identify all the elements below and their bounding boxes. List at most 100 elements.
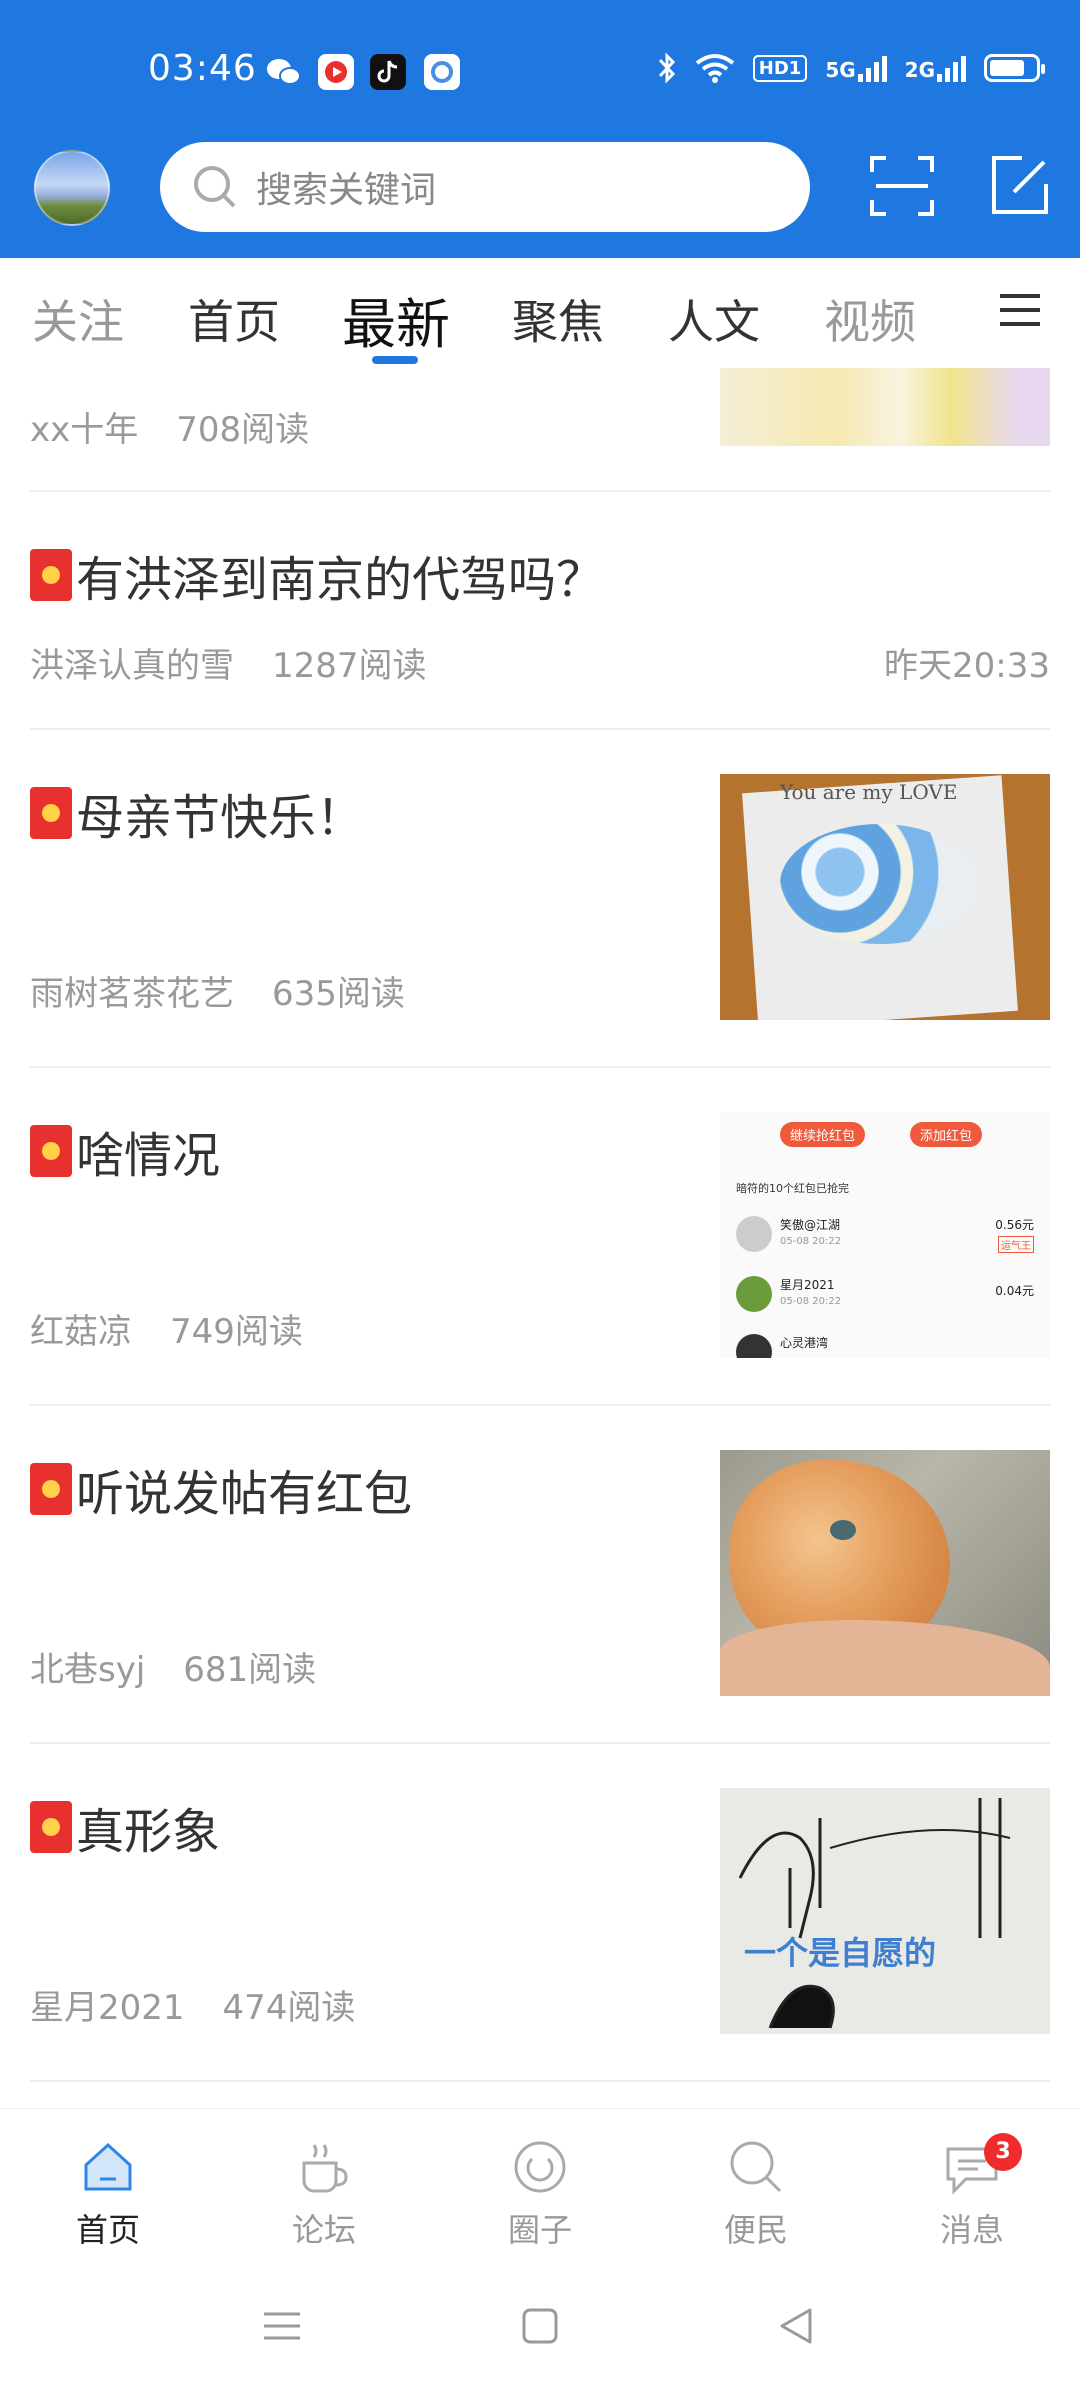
- scan-button[interactable]: [866, 150, 938, 222]
- nav-home[interactable]: 首页: [48, 2139, 168, 2251]
- edit-icon: [992, 156, 1048, 214]
- search-icon: [194, 166, 236, 208]
- post-author: 星月2021: [30, 1988, 185, 2028]
- search-placeholder: 搜索关键词: [256, 170, 437, 211]
- nav-services-label: 便民: [723, 2211, 788, 2249]
- post-meta: 北巷syj 681阅读: [30, 1642, 316, 1691]
- post-thumbnail: 继续抢红包 添加红包 暗符的10个红包已抢完 笑傲@江湖 05-08 20:22…: [720, 1112, 1050, 1358]
- screenshot-name: 心灵港湾: [780, 1336, 829, 1350]
- screenshot-tag: 运气王: [998, 1236, 1034, 1253]
- active-tab-indicator: [372, 356, 418, 364]
- status-time: 03:46: [148, 48, 257, 89]
- screenshot-button-1: 继续抢红包: [780, 1122, 866, 1147]
- hamburger-icon: [1000, 294, 1040, 326]
- post-thumbnail: You are my LOVE: [720, 774, 1050, 1020]
- category-tabs: 关注 首页 最新 聚焦 人文 视频: [0, 258, 1080, 368]
- scan-icon: [870, 156, 934, 216]
- red-packet-icon: [30, 1463, 72, 1515]
- nav-messages-label: 消息: [939, 2211, 1004, 2249]
- post-reads: 681阅读: [183, 1650, 317, 1690]
- bluetooth-icon: [658, 52, 675, 84]
- post-item[interactable]: 真形象 星月2021 474阅读 一个是自愿的: [30, 1744, 1050, 2082]
- post-reads: 708阅读: [176, 410, 310, 450]
- screenshot-amount: 0.04元: [995, 1284, 1034, 1298]
- post-item[interactable]: xx十年 708阅读: [30, 368, 1050, 492]
- status-bar: 03:46 HD1 5G 2G: [0, 0, 1080, 140]
- post-meta: xx十年 708阅读: [30, 402, 309, 451]
- post-title-text: 啥情况: [76, 1128, 221, 1184]
- post-meta: 洪泽认真的雪 1287阅读: [30, 638, 427, 687]
- post-meta: 雨树茗茶花艺 635阅读: [30, 966, 405, 1015]
- post-title: 真形象: [30, 1792, 220, 1862]
- system-navigation-bar: [0, 2268, 1080, 2400]
- search-bar[interactable]: 搜索关键词: [160, 142, 810, 232]
- sketch-caption: 一个是自愿的: [744, 1934, 937, 1972]
- post-author: 红菇凉: [30, 1312, 132, 1352]
- tab-home[interactable]: 首页: [188, 286, 280, 352]
- tab-culture[interactable]: 人文: [668, 286, 760, 352]
- tab-video[interactable]: 视频: [824, 286, 916, 352]
- sketch-illustration: [738, 1798, 1011, 2029]
- red-packet-icon: [30, 1125, 72, 1177]
- post-title-text: 有洪泽到南京的代驾吗？: [76, 552, 605, 608]
- message-count-badge: 3: [984, 2133, 1022, 2171]
- post-reads: 1287阅读: [272, 646, 427, 686]
- tab-menu-button[interactable]: [996, 290, 1044, 330]
- red-packet-icon: [30, 1801, 72, 1853]
- post-title: 啥情况: [30, 1116, 220, 1186]
- cup-icon: [302, 2144, 348, 2193]
- hd-indicator: HD1: [752, 54, 808, 82]
- post-feed: xx十年 708阅读 有洪泽到南京的代驾吗？ 洪泽认真的雪 1287阅读 昨天20:…: [0, 368, 1080, 2108]
- browser-app-icon: [424, 54, 460, 90]
- network-label-2: 2G: [904, 58, 935, 82]
- post-meta: 星月2021 474阅读: [30, 1980, 355, 2029]
- post-title: 有洪泽到南京的代驾吗？: [30, 540, 604, 610]
- home-icon: [84, 2142, 132, 2191]
- battery-icon: [984, 54, 1045, 82]
- bouquet-caption: You are my LOVE: [780, 780, 958, 804]
- nav-services[interactable]: 便民: [696, 2139, 816, 2251]
- screenshot-date: 05-08 20:22: [780, 1296, 842, 1307]
- nav-forum[interactable]: 论坛: [264, 2139, 384, 2251]
- wifi-icon: [695, 54, 735, 83]
- nav-circle-label: 圈子: [507, 2211, 572, 2249]
- circle-icon: [514, 2141, 566, 2193]
- post-thumbnail: [720, 1450, 1050, 1696]
- back-icon[interactable]: [774, 2304, 818, 2348]
- screenshot-avatar: [736, 1334, 772, 1358]
- bouquet-flowers: [780, 824, 980, 944]
- post-item[interactable]: 母亲节快乐！ 雨树茗茶花艺 635阅读 You are my LOVE: [30, 730, 1050, 1068]
- red-packet-icon: [30, 787, 72, 839]
- post-time: 昨天20:33: [884, 646, 1050, 686]
- post-item[interactable]: 啥情况 红菇凉 749阅读 继续抢红包 添加红包 暗符的10个红包已抢完 笑傲@江…: [30, 1068, 1050, 1406]
- signal-2g: 2G: [905, 54, 966, 82]
- wechat-icon: [266, 54, 302, 90]
- top-header: 03:46 HD1 5G 2G 搜索关键词: [0, 0, 1080, 258]
- tab-latest[interactable]: 最新: [342, 280, 450, 359]
- screenshot-amount: 0.56元: [995, 1218, 1034, 1232]
- home-button-icon[interactable]: [518, 2304, 562, 2348]
- tab-focus[interactable]: 聚焦: [512, 286, 604, 352]
- signal-5g: 5G: [825, 54, 887, 82]
- post-title-text: 真形象: [76, 1804, 221, 1860]
- screenshot-avatar: [736, 1276, 772, 1312]
- red-packet-icon: [30, 549, 72, 601]
- post-reads: 474阅读: [222, 1988, 356, 2028]
- post-item[interactable]: 听说发帖有红包 北巷syj 681阅读: [30, 1406, 1050, 1744]
- tab-follow[interactable]: 关注: [32, 286, 124, 352]
- compose-button[interactable]: [984, 150, 1056, 222]
- post-item[interactable]: 有洪泽到南京的代驾吗？ 洪泽认真的雪 1287阅读 昨天20:33: [30, 492, 1050, 730]
- post-author: 洪泽认真的雪: [30, 646, 234, 686]
- post-author: 雨树茗茶花艺: [30, 974, 234, 1014]
- post-reads: 635阅读: [272, 974, 405, 1014]
- nav-circle[interactable]: 圈子: [480, 2139, 600, 2251]
- post-title: 母亲节快乐！: [30, 778, 364, 848]
- nav-home-label: 首页: [75, 2211, 140, 2249]
- screenshot-name: 笑傲@江湖: [780, 1218, 841, 1232]
- user-avatar[interactable]: [34, 150, 110, 226]
- screenshot-name: 星月2021: [780, 1278, 835, 1292]
- post-author: 北巷syj: [30, 1650, 146, 1690]
- nav-messages[interactable]: 3 消息: [912, 2133, 1032, 2251]
- recent-apps-icon[interactable]: [260, 2304, 304, 2348]
- status-indicators: HD1 5G 2G: [657, 52, 1045, 84]
